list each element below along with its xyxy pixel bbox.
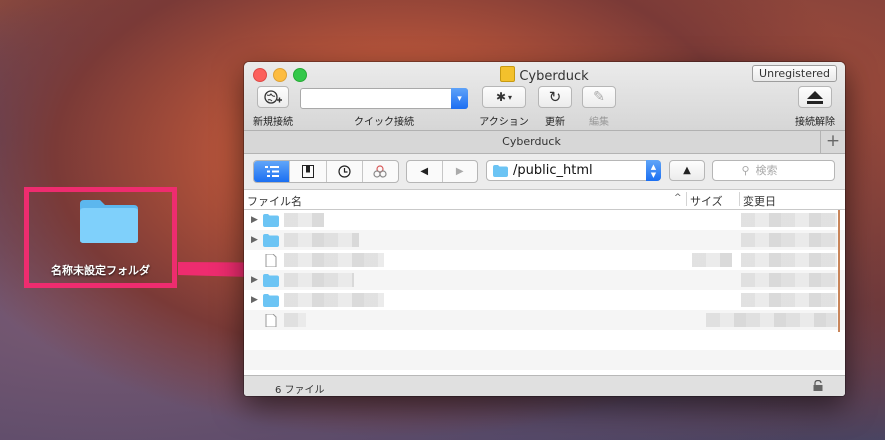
redacted-filename [284, 253, 384, 267]
refresh-icon: ↻ [548, 88, 562, 106]
column-divider [686, 192, 687, 206]
redacted-date [741, 253, 837, 267]
list-item-empty [244, 350, 845, 370]
redacted-filename [284, 313, 306, 327]
unregistered-button[interactable]: Unregistered [752, 65, 837, 82]
column-modified[interactable]: 変更日 [743, 193, 776, 209]
redacted-date [741, 273, 837, 287]
column-size[interactable]: サイズ [690, 193, 723, 209]
redacted-date [741, 293, 837, 307]
pencil-icon: ✎ [593, 89, 605, 105]
disconnect-label: 接続解除 [795, 117, 835, 128]
eject-icon [807, 90, 823, 104]
search-input[interactable] [753, 163, 806, 178]
redacted-filename [284, 293, 384, 307]
column-filename[interactable]: ファイル名 [247, 193, 302, 209]
scrollbar-indicator[interactable] [838, 210, 840, 332]
bonjour-view-button[interactable] [363, 161, 398, 182]
quick-connect-label: クイック接続 [354, 117, 414, 128]
action-menu-button[interactable]: ✱ ▾ [482, 86, 526, 108]
redacted-size [692, 253, 732, 267]
parent-directory-button[interactable]: ▲ [669, 160, 705, 181]
triangle-up-icon: ▲ [683, 165, 691, 176]
disclosure-triangle-icon[interactable]: ▶ [251, 295, 258, 305]
desktop-folder-icon[interactable] [78, 198, 140, 244]
list-item[interactable]: ▶ [244, 230, 845, 250]
back-button[interactable]: ◀ [407, 161, 443, 182]
redacted-filename [284, 273, 354, 287]
redacted-filename [284, 213, 324, 227]
file-icon [265, 314, 277, 327]
column-divider [739, 192, 740, 206]
redacted-date [741, 233, 837, 247]
disclosure-triangle-icon[interactable]: ▶ [251, 275, 258, 285]
refresh-button[interactable]: ↻ [538, 86, 572, 108]
chevron-down-icon: ▾ [508, 92, 513, 102]
list-item[interactable] [244, 250, 845, 270]
triangle-left-icon: ◀ [420, 166, 429, 177]
outline-view-icon [264, 166, 279, 177]
redacted-filename [284, 233, 359, 247]
plus-icon: + [825, 131, 841, 151]
list-item[interactable] [244, 310, 845, 330]
edit-button[interactable]: ✎ [582, 86, 616, 108]
redacted-date [706, 313, 837, 327]
forward-button[interactable]: ▶ [443, 161, 478, 182]
magnifier-icon: ⚲ [741, 164, 750, 177]
list-item[interactable]: ▶ [244, 270, 845, 290]
path-label: /public_html [513, 163, 593, 178]
view-segmented-control [253, 160, 399, 183]
file-icon [265, 254, 277, 267]
folder-icon [263, 274, 279, 287]
sort-ascending-icon: ^ [674, 193, 682, 203]
tab-cyberduck[interactable]: Cyberduck [244, 135, 819, 148]
list-item[interactable]: ▶ [244, 210, 845, 230]
new-connection-label: 新規接続 [253, 117, 293, 128]
list-item-empty [244, 330, 845, 350]
navigation-bar: ◀ ▶ /public_html ▲ ▼ ▲ ⚲ [244, 154, 845, 188]
file-list-header: ファイル名 ^ サイズ 変更日 [244, 189, 845, 210]
file-count: 6 ファイル [275, 385, 325, 396]
back-forward-control: ◀ ▶ [406, 160, 478, 183]
path-popup-arrows-icon[interactable]: ▲ ▼ [646, 160, 661, 181]
tab-bar: Cyberduck + [244, 131, 845, 154]
bonjour-icon [373, 165, 387, 178]
disconnect-button[interactable] [798, 86, 832, 108]
bookmark-book-icon [301, 165, 314, 178]
edit-label: 編集 [589, 117, 609, 128]
list-item[interactable]: ▶ [244, 290, 845, 310]
title-toolbar: Cyberduck Unregistered 新規接続 ▾ クイック接続 ✱ ▾ … [244, 62, 845, 131]
file-list: ▶ ▶ ▶ ▶ [244, 210, 845, 375]
clock-icon [338, 165, 351, 178]
history-view-button[interactable] [327, 161, 363, 182]
action-label: アクション [479, 117, 529, 128]
browser-view-button[interactable] [254, 161, 291, 182]
cyberduck-app-icon [500, 66, 516, 82]
folder-icon [493, 164, 508, 177]
disclosure-triangle-icon[interactable]: ▶ [251, 235, 258, 245]
desktop-folder-label[interactable]: 名称未設定フォルダ [24, 262, 177, 278]
gear-icon: ✱ [495, 90, 507, 104]
path-popup[interactable]: /public_html ▲ ▼ [486, 160, 661, 181]
folder-icon [263, 234, 279, 247]
bookmarks-view-button[interactable] [290, 161, 327, 182]
status-bar: 6 ファイル [244, 375, 845, 396]
lock-open-icon[interactable] [813, 380, 823, 391]
search-field[interactable]: ⚲ [712, 160, 835, 181]
redacted-date [741, 213, 837, 227]
new-tab-button[interactable]: + [820, 131, 845, 153]
refresh-label: 更新 [545, 117, 565, 128]
quick-connect-combobox[interactable]: ▾ [300, 88, 468, 109]
new-connection-button[interactable] [257, 86, 289, 108]
folder-icon [263, 294, 279, 307]
disclosure-triangle-icon[interactable]: ▶ [251, 215, 258, 225]
triangle-right-icon: ▶ [455, 166, 464, 177]
globe-plus-icon [264, 90, 282, 104]
folder-icon [263, 214, 279, 227]
chevron-down-icon[interactable]: ▾ [451, 88, 468, 109]
cyberduck-window: Cyberduck Unregistered 新規接続 ▾ クイック接続 ✱ ▾ … [244, 62, 845, 396]
